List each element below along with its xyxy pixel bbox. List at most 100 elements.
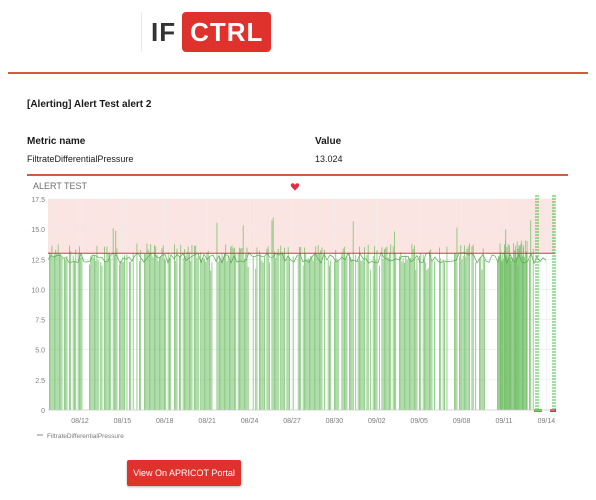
series-bar (386, 246, 388, 410)
series-bar (440, 258, 442, 410)
series-bar (97, 260, 99, 410)
series-bar (400, 252, 402, 410)
series-bar (442, 259, 444, 410)
series-bar (460, 245, 462, 410)
header-divider (8, 72, 588, 74)
series-bar (144, 254, 145, 410)
series-bar (65, 259, 67, 410)
series-bar (519, 246, 521, 410)
logo-ctrl-text: CTRL (182, 12, 272, 52)
series-bar (529, 260, 530, 410)
series-bar (304, 247, 305, 410)
series-bar (402, 257, 404, 410)
metric-value-header: Value (315, 136, 342, 147)
series-bar (471, 246, 473, 410)
series-bar (114, 254, 115, 410)
series-bar (160, 256, 162, 410)
x-tick-label: 09/11 (496, 418, 513, 425)
series-bar (459, 256, 460, 410)
series-bar (170, 258, 172, 410)
series-bar (231, 245, 233, 410)
series-bar (89, 264, 90, 410)
series-bar (237, 253, 239, 410)
series-bar (225, 244, 227, 410)
series-bar (297, 255, 299, 410)
series-bar (482, 248, 484, 410)
series-bar (94, 255, 95, 410)
series-bar (425, 262, 427, 410)
series-bar (260, 254, 262, 410)
series-bar (357, 259, 359, 410)
series-bar (52, 257, 54, 410)
series-bar (222, 256, 224, 410)
series-bar (200, 252, 202, 410)
series-bar (422, 254, 424, 410)
series-bar (70, 250, 72, 410)
series-bar (191, 244, 193, 410)
metric-value-cell: 13.024 (315, 154, 343, 164)
series-bar (209, 256, 210, 410)
series-bar (509, 257, 511, 410)
series-bar (154, 245, 155, 410)
series-bar (79, 246, 80, 410)
series-bar (516, 241, 518, 410)
series-bar (469, 243, 470, 410)
series-bar (235, 254, 237, 410)
series-bar (221, 253, 223, 410)
series-bar (185, 256, 187, 410)
series-bar (140, 250, 142, 410)
series-bar (289, 257, 290, 410)
series-bar (319, 253, 320, 410)
annotation-marker (550, 409, 556, 412)
series-bar (194, 245, 195, 410)
series-bar (320, 250, 322, 410)
series-bar (186, 251, 188, 410)
series-bar (456, 227, 458, 410)
series-bar (362, 259, 364, 410)
series-bar (241, 248, 243, 410)
series-bar (226, 261, 228, 410)
series-bar (307, 257, 309, 410)
series-bar (345, 258, 347, 410)
series-bar (412, 248, 414, 410)
series-bar (269, 262, 270, 410)
series-bar (262, 262, 264, 410)
series-bar (130, 261, 132, 410)
series-bar (96, 245, 98, 410)
series-bar (361, 260, 363, 410)
view-portal-button[interactable]: View On APRICOT Portal (127, 460, 241, 486)
series-bar (272, 217, 274, 410)
series-bar (216, 222, 218, 410)
series-bar (66, 255, 68, 410)
series-bar (207, 250, 209, 410)
series-bar (315, 246, 317, 410)
series-bar (384, 249, 385, 410)
series-bar (472, 244, 474, 410)
series-bar (314, 252, 315, 410)
x-tick-label: 08/27 (283, 418, 301, 425)
series-bar (455, 253, 457, 410)
series-bar (106, 246, 108, 410)
series-bar (247, 266, 249, 410)
series-bar (513, 243, 514, 410)
series-bar (350, 256, 352, 410)
series-bar (245, 254, 247, 410)
series-bar (424, 259, 425, 410)
series-bar (112, 228, 114, 410)
y-tick-label: 7.5 (35, 318, 45, 325)
series-bar (217, 261, 219, 410)
series-bar (259, 251, 260, 410)
series-bar (511, 260, 513, 410)
series-bar (329, 265, 330, 410)
if-ctrl-logo: IF CTRL (141, 12, 272, 52)
series-bar (267, 246, 269, 410)
series-bar (149, 252, 150, 410)
series-bar (146, 243, 148, 410)
series-bar (385, 247, 387, 410)
series-bar (312, 260, 314, 410)
y-tick-label: 17.5 (31, 197, 45, 204)
series-bar (309, 259, 310, 410)
series-bar (310, 256, 312, 410)
series-bar (351, 259, 353, 410)
series-bar (165, 260, 167, 410)
